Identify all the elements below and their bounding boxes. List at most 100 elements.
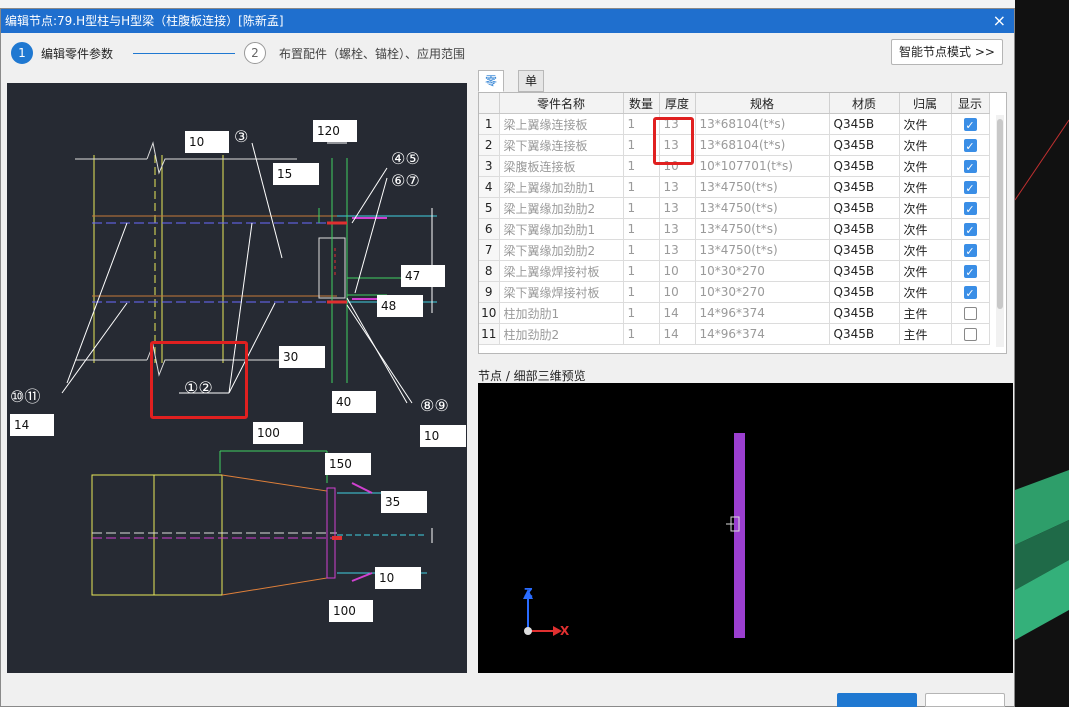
part-name-cell[interactable]: 梁上翼缘加劲肋2	[499, 197, 624, 219]
dim-label[interactable]: 10	[375, 567, 421, 589]
material-cell[interactable]: Q345B	[829, 176, 900, 198]
smart-node-mode-button[interactable]: 智能节点模式 >>	[891, 39, 1003, 65]
column-header[interactable]: 材质	[829, 93, 900, 114]
material-cell[interactable]: Q345B	[829, 113, 900, 135]
dim-label[interactable]: 10	[420, 425, 466, 447]
part-name-cell[interactable]: 梁下翼缘加劲肋1	[499, 218, 624, 240]
table-row[interactable]: 11 柱加劲肋2 1 14 14*96*374 Q345B 主件	[479, 323, 990, 345]
cancel-button-edge[interactable]	[925, 693, 1005, 707]
tab-parts[interactable]: 零件	[478, 70, 505, 108]
row-index[interactable]: 3	[479, 155, 500, 177]
table-row[interactable]: 2 梁下翼缘连接板 1 13 13*68104(t*s) Q345B 次件 ✓	[479, 134, 990, 156]
spec-cell[interactable]: 13*4750(t*s)	[695, 197, 830, 219]
part-name-cell[interactable]: 柱加劲肋2	[499, 323, 624, 345]
column-header[interactable]: 显示	[951, 93, 990, 114]
step-1-label[interactable]: 编辑零件参数	[41, 45, 113, 62]
show-checkbox[interactable]: ✓	[963, 139, 977, 153]
material-cell[interactable]: Q345B	[829, 218, 900, 240]
owner-cell[interactable]: 主件	[899, 302, 952, 324]
thickness-cell[interactable]: 14	[659, 302, 696, 324]
quantity-cell[interactable]: 1	[623, 281, 660, 303]
table-scrollbar[interactable]	[996, 115, 1004, 347]
dim-label[interactable]: 10	[185, 131, 229, 153]
owner-cell[interactable]: 次件	[899, 239, 952, 261]
show-checkbox[interactable]: ✓	[963, 265, 977, 279]
material-cell[interactable]: Q345B	[829, 134, 900, 156]
table-row[interactable]: 8 梁上翼缘焊接衬板 1 10 10*30*270 Q345B 次件 ✓	[479, 260, 990, 282]
owner-cell[interactable]: 次件	[899, 176, 952, 198]
table-row[interactable]: 6 梁下翼缘加劲肋1 1 13 13*4750(t*s) Q345B 次件 ✓	[479, 218, 990, 240]
show-checkbox[interactable]: ✓	[963, 223, 977, 237]
spec-cell[interactable]: 13*4750(t*s)	[695, 176, 830, 198]
column-header[interactable]: 数量	[623, 93, 660, 114]
step-2-label[interactable]: 布置配件（螺栓、锚栓）、应用范围	[279, 45, 465, 62]
owner-cell[interactable]: 主件	[899, 323, 952, 345]
ok-button-edge[interactable]	[837, 693, 917, 707]
material-cell[interactable]: Q345B	[829, 155, 900, 177]
owner-cell[interactable]: 次件	[899, 113, 952, 135]
dim-label[interactable]: 14	[10, 414, 54, 436]
quantity-cell[interactable]: 1	[623, 302, 660, 324]
spec-cell[interactable]: 13*68104(t*s)	[695, 134, 830, 156]
spec-cell[interactable]: 13*4750(t*s)	[695, 239, 830, 261]
part-name-cell[interactable]: 梁腹板连接板	[499, 155, 624, 177]
table-row[interactable]: 7 梁下翼缘加劲肋2 1 13 13*4750(t*s) Q345B 次件 ✓	[479, 239, 990, 261]
table-scrollbar-thumb[interactable]	[997, 119, 1003, 309]
show-checkbox[interactable]: ✓	[963, 181, 977, 195]
close-icon[interactable]: ×	[993, 9, 1006, 33]
spec-cell[interactable]: 14*96*374	[695, 302, 830, 324]
dim-label[interactable]: 47	[401, 265, 445, 287]
node-3d-preview[interactable]: Z X	[478, 383, 1013, 673]
row-index[interactable]: 7	[479, 239, 500, 261]
thickness-cell[interactable]: 14	[659, 323, 696, 345]
owner-cell[interactable]: 次件	[899, 281, 952, 303]
column-header[interactable]: 厚度	[659, 93, 696, 114]
thickness-cell[interactable]: 13	[659, 239, 696, 261]
row-index[interactable]: 6	[479, 218, 500, 240]
thickness-cell[interactable]: 10	[659, 260, 696, 282]
table-row[interactable]: 3 梁腹板连接板 1 10 10*107701(t*s) Q345B 次件 ✓	[479, 155, 990, 177]
show-checkbox[interactable]	[963, 328, 977, 341]
dim-label[interactable]: 150	[325, 453, 371, 475]
table-row[interactable]: 4 梁上翼缘加劲肋1 1 13 13*4750(t*s) Q345B 次件 ✓	[479, 176, 990, 198]
part-name-cell[interactable]: 梁上翼缘连接板	[499, 113, 624, 135]
part-name-cell[interactable]: 梁上翼缘焊接衬板	[499, 260, 624, 282]
part-name-cell[interactable]: 梁下翼缘加劲肋2	[499, 239, 624, 261]
dim-label[interactable]: 35	[381, 491, 427, 513]
row-index[interactable]: 10	[479, 302, 500, 324]
spec-cell[interactable]: 13*4750(t*s)	[695, 218, 830, 240]
dim-label[interactable]: 100	[329, 600, 373, 622]
tab-single-member[interactable]: 单构件	[518, 70, 545, 128]
thickness-cell[interactable]: 13	[659, 197, 696, 219]
spec-cell[interactable]: 14*96*374	[695, 323, 830, 345]
part-name-cell[interactable]: 梁下翼缘焊接衬板	[499, 281, 624, 303]
dim-label[interactable]: 48	[377, 295, 423, 317]
show-checkbox[interactable]	[963, 307, 977, 320]
owner-cell[interactable]: 次件	[899, 197, 952, 219]
dim-label[interactable]: 100	[253, 422, 303, 444]
owner-cell[interactable]: 次件	[899, 260, 952, 282]
column-header[interactable]: 零件名称	[499, 93, 624, 114]
show-checkbox[interactable]: ✓	[963, 118, 977, 132]
material-cell[interactable]: Q345B	[829, 239, 900, 261]
material-cell[interactable]: Q345B	[829, 281, 900, 303]
dim-label[interactable]: 30	[279, 346, 325, 368]
spec-cell[interactable]: 10*30*270	[695, 281, 830, 303]
quantity-cell[interactable]: 1	[623, 239, 660, 261]
quantity-cell[interactable]: 1	[623, 260, 660, 282]
show-checkbox[interactable]: ✓	[963, 202, 977, 216]
step-1-indicator[interactable]: 1	[11, 42, 33, 64]
table-row[interactable]: 1 梁上翼缘连接板 1 13 13*68104(t*s) Q345B 次件 ✓	[479, 113, 990, 135]
quantity-cell[interactable]: 1	[623, 323, 660, 345]
owner-cell[interactable]: 次件	[899, 134, 952, 156]
row-index[interactable]: 1	[479, 113, 500, 135]
dim-label[interactable]: 15	[273, 163, 319, 185]
table-row[interactable]: 9 梁下翼缘焊接衬板 1 10 10*30*270 Q345B 次件 ✓	[479, 281, 990, 303]
row-index[interactable]: 9	[479, 281, 500, 303]
spec-cell[interactable]: 10*107701(t*s)	[695, 155, 830, 177]
show-checkbox[interactable]: ✓	[963, 286, 977, 300]
material-cell[interactable]: Q345B	[829, 302, 900, 324]
material-cell[interactable]: Q345B	[829, 323, 900, 345]
material-cell[interactable]: Q345B	[829, 197, 900, 219]
column-header[interactable]: 归属	[899, 93, 952, 114]
